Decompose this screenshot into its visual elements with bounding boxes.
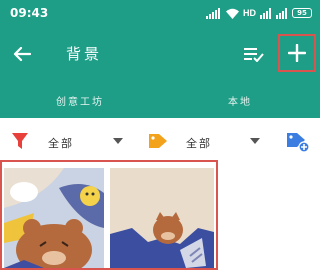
back-button[interactable]: [8, 40, 36, 68]
filter-icon[interactable]: [12, 132, 28, 150]
plus-icon: [288, 44, 306, 62]
chevron-down-icon[interactable]: [113, 138, 123, 144]
hd-indicator: HD: [243, 8, 256, 18]
wallpaper-grid: [0, 160, 218, 270]
status-time: 09:43: [10, 6, 49, 20]
filter-bar: 全部 全部: [0, 124, 320, 160]
tag-icon[interactable]: [148, 132, 168, 150]
tab-workshop[interactable]: 创意工坊: [0, 82, 160, 118]
wifi-icon: [226, 8, 239, 19]
add-tag-icon[interactable]: [286, 131, 310, 153]
signal-icon-3: [276, 7, 287, 19]
chevron-down-icon[interactable]: [250, 138, 260, 144]
wallpaper-thumbnail[interactable]: [4, 168, 104, 268]
playlist-check-icon: [244, 48, 264, 62]
page-title: 背景: [66, 45, 103, 63]
select-button[interactable]: [240, 40, 268, 68]
wallpaper-thumbnail[interactable]: [110, 168, 214, 268]
cat-image: [110, 168, 214, 268]
filter-dropdown-label[interactable]: 全部: [48, 135, 74, 151]
tab-bar: 创意工坊 本地: [0, 82, 320, 118]
toolbar: 背景: [0, 26, 320, 82]
arrow-left-icon: [13, 46, 31, 62]
tag-dropdown-label[interactable]: 全部: [186, 135, 212, 151]
add-wallpaper-button[interactable]: [278, 34, 316, 72]
status-icons: HD 95: [206, 5, 312, 21]
battery-level: 95: [297, 8, 307, 17]
cartoon-bear-image: [4, 168, 104, 268]
status-bar: 09:43 HD 95: [0, 0, 320, 26]
tab-local[interactable]: 本地: [160, 82, 320, 118]
signal-icon: [206, 7, 220, 19]
signal-icon-2: [260, 7, 271, 19]
battery-icon: 95: [292, 8, 312, 18]
